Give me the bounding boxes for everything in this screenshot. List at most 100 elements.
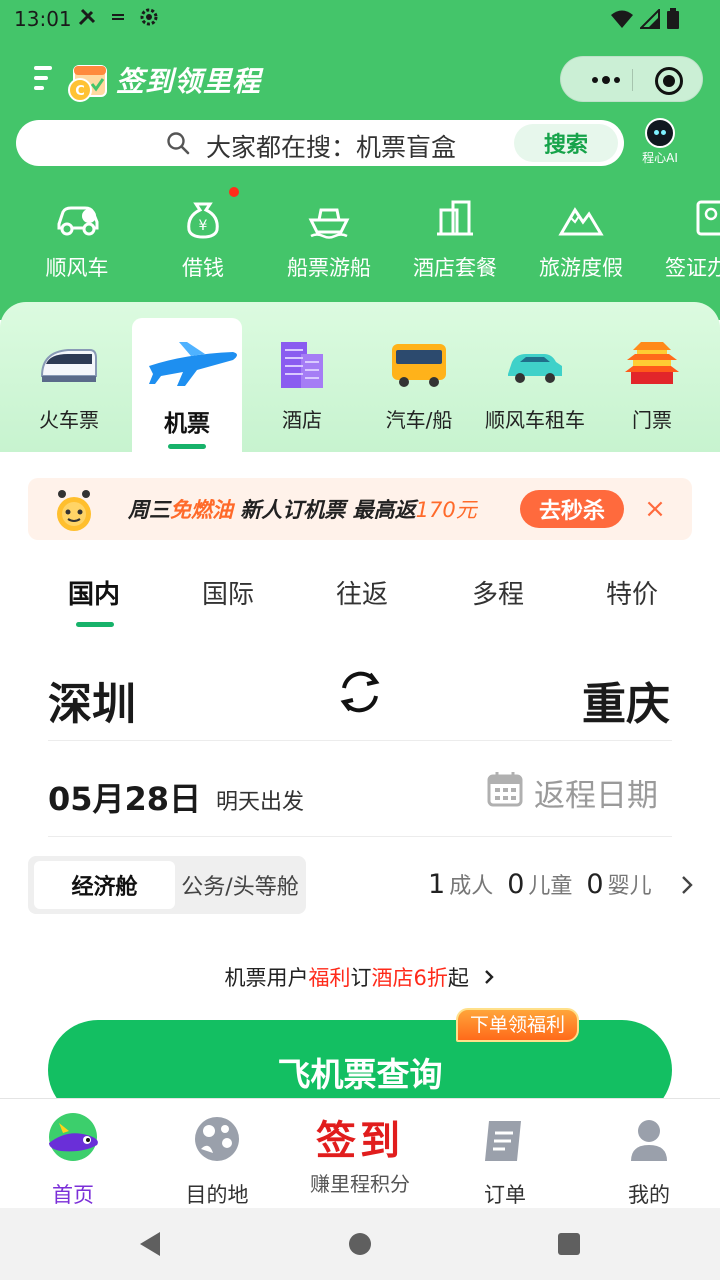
- tab-bus-ship[interactable]: 汽车/船: [360, 336, 478, 433]
- tab-hotel[interactable]: 酒店: [243, 336, 361, 433]
- more-options-icon[interactable]: [581, 69, 631, 91]
- hotel-benefit-link[interactable]: 机票用户福利订酒店6折起: [0, 962, 720, 992]
- service-label: 酒店套餐: [413, 256, 497, 280]
- search-icon: [167, 132, 190, 155]
- search-button[interactable]: 搜索: [514, 124, 618, 162]
- child-label: 儿童: [528, 874, 573, 899]
- building-icon: [437, 200, 473, 236]
- menu-icon[interactable]: [34, 66, 56, 94]
- infant-count: 0: [586, 869, 604, 900]
- tab-label: 门票: [632, 408, 672, 432]
- status-bar: 13:01: [0, 0, 720, 38]
- nav-checkin[interactable]: 签到 赚里程积分: [300, 1108, 420, 1197]
- divider: [48, 836, 672, 837]
- nav-label: 我的: [628, 1183, 670, 1207]
- recent-apps-icon[interactable]: [558, 1233, 580, 1255]
- cabin-business-first[interactable]: 公务/头等舱: [178, 861, 302, 909]
- cabin-economy[interactable]: 经济舱: [34, 861, 175, 909]
- service-hotel-package[interactable]: 酒店套餐: [400, 196, 510, 282]
- tab-carpool-rental[interactable]: 顺风车租车: [476, 336, 594, 433]
- passenger-selector[interactable]: 1 成人 0 儿童 0 婴儿: [428, 868, 652, 900]
- service-vacation[interactable]: 旅游度假: [526, 196, 636, 282]
- nav-orders[interactable]: 订单: [450, 1111, 560, 1209]
- service-ship[interactable]: 船票游船: [274, 196, 384, 282]
- nav-home[interactable]: 首页: [18, 1111, 128, 1209]
- arrival-city[interactable]: 重庆: [582, 668, 670, 732]
- adult-count: 1: [428, 869, 446, 900]
- coin-mascot-icon: [57, 490, 91, 531]
- nav-label: 订单: [484, 1183, 526, 1207]
- departure-date[interactable]: 05月28日: [48, 774, 201, 820]
- sync-icon: [112, 14, 124, 20]
- promo-amount: 170元: [415, 498, 477, 522]
- return-date-field[interactable]: 返程日期: [534, 770, 658, 815]
- promo-banner[interactable]: 周三免燃油 新人订机票 最高返170元 去秒杀 ×: [28, 478, 692, 540]
- order-reward-badge: 下单领福利: [456, 1008, 580, 1042]
- tab-tickets[interactable]: 门票: [593, 336, 711, 433]
- service-shortcuts: 顺风车 ¥ 借钱 船票游船 酒店套餐 旅游度假 签证办: [0, 196, 720, 280]
- user-profile-icon: [631, 1120, 667, 1161]
- tab-label: 酒店: [282, 408, 322, 432]
- close-miniprogram-icon[interactable]: [655, 67, 683, 95]
- car-icon: [508, 354, 562, 383]
- promo-prefix: 周三: [128, 498, 170, 522]
- nav-label: 目的地: [185, 1183, 249, 1207]
- benefit-text: 机票用户: [224, 966, 309, 990]
- tab-international[interactable]: 国际: [202, 574, 254, 611]
- ship-icon: [308, 208, 350, 239]
- flash-sale-button[interactable]: 去秒杀: [520, 490, 624, 528]
- tab-label: 汽车/船: [385, 408, 453, 432]
- page-title: 签到领里程: [116, 65, 262, 98]
- tab-round-trip[interactable]: 往返: [336, 574, 388, 611]
- departure-date-hint: 明天出发: [216, 790, 305, 815]
- search-bar[interactable]: 大家都在搜：机票盲盒 搜索: [16, 120, 624, 166]
- benefit-text: 起: [447, 966, 469, 990]
- service-visa[interactable]: 签证办: [652, 196, 720, 282]
- bus-icon: [392, 344, 446, 387]
- benefit-highlight: 酒店6折: [371, 966, 448, 990]
- child-count: 0: [507, 869, 525, 900]
- promo-highlight: 免燃油: [170, 498, 233, 522]
- active-tab-indicator: [168, 444, 206, 449]
- close-icon[interactable]: ×: [642, 496, 668, 522]
- swap-cities-icon[interactable]: [334, 666, 386, 718]
- app-header: C 签到领里程: [0, 52, 720, 108]
- tab-train[interactable]: 火车票: [10, 336, 128, 433]
- tab-label: 机票: [164, 411, 210, 437]
- departure-city[interactable]: 深圳: [48, 668, 136, 732]
- ai-assistant-label: 程心AI: [642, 151, 678, 165]
- money-bag-icon: ¥: [187, 202, 219, 239]
- ai-assistant-entry[interactable]: 程心AI: [634, 118, 686, 170]
- airplane-icon: [148, 342, 237, 386]
- tab-multi-city[interactable]: 多程: [472, 574, 524, 611]
- nav-mine[interactable]: 我的: [594, 1111, 704, 1209]
- service-carpool[interactable]: 顺风车: [22, 196, 132, 282]
- order-document-icon: [485, 1121, 521, 1161]
- service-label: 顺风车: [45, 256, 109, 280]
- service-label: 旅游度假: [539, 256, 623, 280]
- back-icon[interactable]: [138, 1230, 162, 1258]
- temple-icon: [625, 342, 679, 384]
- service-loan[interactable]: ¥ 借钱: [148, 196, 258, 282]
- promo-middle: 新人订机票 最高返: [233, 498, 416, 522]
- service-label: 船票游船: [287, 256, 371, 280]
- service-label: 借钱: [182, 256, 224, 280]
- train-icon: [40, 349, 97, 382]
- infant-label: 婴儿: [607, 874, 652, 899]
- tab-flight[interactable]: 机票: [128, 336, 246, 438]
- svg-text:C: C: [75, 84, 85, 99]
- nav-destination[interactable]: 目的地: [162, 1111, 272, 1209]
- mode-tab-indicator: [76, 622, 114, 627]
- car-icon: [57, 206, 99, 236]
- system-navigation-bar: [0, 1208, 720, 1280]
- calendar-icon: [487, 772, 523, 807]
- adult-label: 成人: [449, 874, 494, 899]
- home-icon[interactable]: [349, 1233, 371, 1255]
- tab-special-price[interactable]: 特价: [606, 574, 658, 611]
- status-notification-icons: [76, 6, 160, 28]
- capsule-divider: [632, 69, 633, 91]
- flight-search-label: 飞机票查询: [277, 1055, 443, 1094]
- wifi-icon: [611, 10, 633, 28]
- tab-domestic[interactable]: 国内: [68, 574, 120, 611]
- chevron-right-icon: [682, 876, 693, 894]
